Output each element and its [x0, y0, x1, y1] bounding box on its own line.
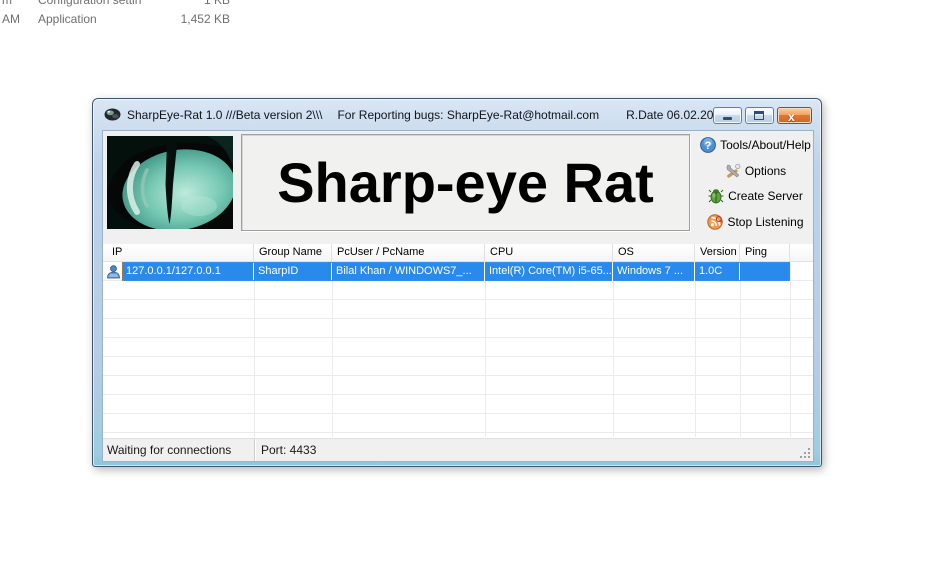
- close-icon: x: [788, 110, 795, 124]
- explorer-cell-size: 1,452 KB: [180, 12, 230, 26]
- banner-title: Sharp-eye Rat: [277, 151, 654, 214]
- minimize-button[interactable]: [713, 107, 742, 124]
- selected-row-highlight: 127.0.0.1/127.0.0.1 SharpID Bilal Khan /…: [122, 262, 790, 281]
- grid-line: [790, 262, 791, 437]
- banner-panel: Sharp-eye Rat: [241, 134, 690, 231]
- create-server-button[interactable]: Create Server: [708, 188, 803, 204]
- cell-ping: [740, 262, 790, 281]
- close-button[interactable]: x: [777, 107, 812, 124]
- table-row[interactable]: 127.0.0.1/127.0.0.1 SharpID Bilal Khan /…: [103, 262, 813, 281]
- minimize-icon: [723, 117, 732, 120]
- header-version[interactable]: Version: [695, 244, 740, 261]
- app-eye-icon: [104, 108, 121, 121]
- maximize-button[interactable]: [745, 107, 774, 124]
- header-ping[interactable]: Ping: [740, 244, 790, 261]
- maximize-icon: [754, 111, 764, 120]
- explorer-cell: m: [2, 0, 12, 7]
- cell-os: Windows 7 ...: [613, 262, 695, 281]
- cell-version: 1.0C: [695, 262, 740, 281]
- header-os[interactable]: OS: [613, 244, 695, 261]
- table-header: IP Group Name PcUser / PcName CPU OS Ver…: [103, 244, 813, 262]
- cat-eye-logo: [107, 136, 233, 229]
- grid-line: [254, 262, 255, 437]
- help-icon: ?: [700, 137, 717, 153]
- table-body[interactable]: 127.0.0.1/127.0.0.1 SharpID Bilal Khan /…: [103, 262, 813, 437]
- status-text: Waiting for connections: [103, 439, 255, 461]
- stop-listening-button[interactable]: Stop Listening: [707, 214, 804, 230]
- create-server-label: Create Server: [728, 189, 803, 204]
- cell-cpu: Intel(R) Core(TM) i5-65...: [485, 262, 613, 281]
- grid-line: [613, 262, 614, 437]
- titlebar[interactable]: SharpEye-Rat 1.0 ///Beta version 2\\\ Fo…: [93, 99, 821, 130]
- options-label: Options: [744, 163, 787, 178]
- explorer-cell-type: Configuration settin: [38, 0, 142, 7]
- window-title: SharpEye-Rat 1.0 ///Beta version 2\\\: [127, 107, 323, 122]
- tools-about-help-label: Tools/About/Help: [720, 138, 811, 152]
- port-text: Port: 4433: [261, 443, 317, 457]
- options-button[interactable]: Options: [725, 163, 786, 179]
- client-user-icon: [107, 265, 120, 279]
- header-cpu[interactable]: CPU: [485, 244, 613, 261]
- window-title-bugs: For Reporting bugs: SharpEye-Rat@hotmail…: [337, 107, 600, 122]
- cell-pcuser-pcname: Bilal Khan / WINDOWS7_...: [332, 262, 485, 281]
- window-title-date: R.Date 06.02.2010: [626, 107, 727, 122]
- header-filler: [790, 244, 813, 261]
- client-area: Sharp-eye Rat ? Tools/About/Help Options: [102, 130, 814, 462]
- explorer-cell-type: Application: [38, 12, 97, 26]
- cell-group-name: SharpID: [254, 262, 332, 281]
- status-bar: Waiting for connections Port: 4433: [103, 438, 813, 461]
- grid-line: [332, 262, 333, 437]
- svg-text:?: ?: [705, 140, 712, 152]
- header-group-name[interactable]: Group Name: [254, 244, 332, 261]
- stop-listening-icon: [707, 214, 724, 230]
- explorer-cell: AM: [2, 12, 20, 26]
- grid-line: [485, 262, 486, 437]
- header-pcuser-pcname[interactable]: PcUser / PcName: [332, 244, 485, 261]
- connections-table[interactable]: IP Group Name PcUser / PcName CPU OS Ver…: [103, 244, 813, 438]
- cell-ip: 127.0.0.1/127.0.0.1: [122, 262, 254, 281]
- sharpeye-rat-window: SharpEye-Rat 1.0 ///Beta version 2\\\ Fo…: [92, 98, 822, 467]
- grid-line: [695, 262, 696, 437]
- create-server-icon: [708, 189, 724, 204]
- options-icon: [726, 163, 741, 178]
- grid-line: [740, 262, 741, 437]
- tools-about-help-button[interactable]: ? Tools/About/Help: [700, 137, 811, 153]
- header-ip[interactable]: IP: [103, 244, 254, 261]
- stop-listening-label: Stop Listening: [727, 214, 804, 229]
- command-panel: ? Tools/About/Help Options Create Server…: [699, 137, 812, 230]
- resize-grip[interactable]: [800, 448, 811, 459]
- explorer-cell-size: 1 KB: [203, 0, 230, 7]
